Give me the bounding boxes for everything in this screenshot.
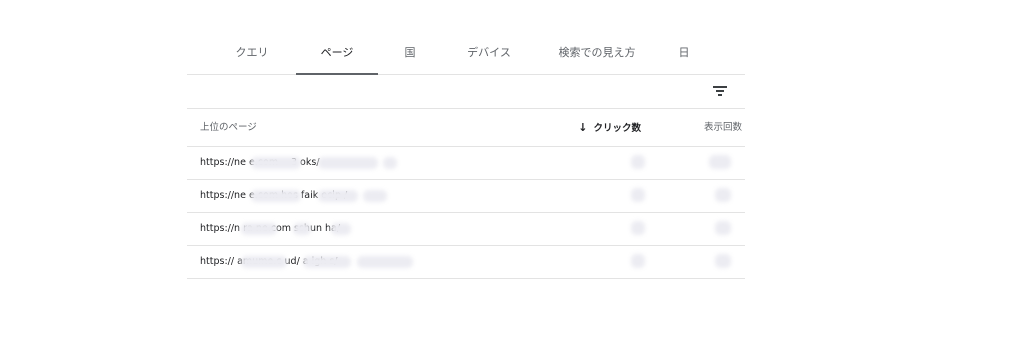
redaction-blur xyxy=(241,223,277,235)
table-row[interactable]: https:// amume.c ud/ a igh s/ xyxy=(187,246,745,279)
tab-page[interactable]: ページ xyxy=(296,32,378,74)
filter-icon[interactable] xyxy=(713,85,727,97)
impressions-value-redacted xyxy=(715,221,731,235)
tab-search-appearance[interactable]: 検索での見え方 xyxy=(539,32,655,74)
dimension-tabs: クエリ ページ 国 デバイス 検索での見え方 日 xyxy=(187,32,745,75)
column-header-clicks-label: クリック数 xyxy=(593,123,641,134)
redaction-blur xyxy=(318,157,378,169)
column-header-top-pages[interactable]: 上位のページ xyxy=(200,109,257,146)
tab-country[interactable]: 国 xyxy=(383,32,437,74)
redaction-blur xyxy=(363,190,387,202)
redaction-blur xyxy=(293,223,311,235)
redaction-blur xyxy=(241,256,287,268)
tab-query[interactable]: クエリ xyxy=(209,32,295,74)
tab-device[interactable]: デバイス xyxy=(443,32,535,74)
clicks-value-redacted xyxy=(631,254,645,268)
table-row[interactable]: https://ne e.com hos faik ecip / xyxy=(187,180,745,213)
redaction-blur xyxy=(251,157,301,169)
impressions-value-redacted xyxy=(715,254,731,268)
table-row[interactable]: https://n ra ne.com sshun ha/ xyxy=(187,213,745,246)
clicks-value-redacted xyxy=(631,221,645,235)
tab-date[interactable]: 日 xyxy=(663,32,705,74)
redaction-blur xyxy=(331,223,351,235)
table-row[interactable]: https://ne e.com - -3 oks/ xyxy=(187,147,745,180)
column-header-impressions[interactable]: 表示回数 xyxy=(704,109,742,146)
performance-report-panel: クエリ ページ 国 デバイス 検索での見え方 日 上位のページ ↓ クリック数 表… xyxy=(187,32,745,292)
column-header-clicks[interactable]: ↓ クリック数 xyxy=(578,109,641,147)
table-header: 上位のページ ↓ クリック数 表示回数 xyxy=(187,109,745,147)
redaction-blur xyxy=(383,157,397,169)
redaction-blur xyxy=(318,190,358,202)
clicks-value-redacted xyxy=(631,155,645,169)
impressions-value-redacted xyxy=(715,188,731,202)
redaction-blur xyxy=(251,190,301,202)
table-toolbar xyxy=(187,75,745,109)
redaction-blur xyxy=(303,256,351,268)
impressions-value-redacted xyxy=(709,155,731,169)
redaction-blur xyxy=(357,256,413,268)
sort-descending-icon: ↓ xyxy=(578,121,588,134)
clicks-value-redacted xyxy=(631,188,645,202)
